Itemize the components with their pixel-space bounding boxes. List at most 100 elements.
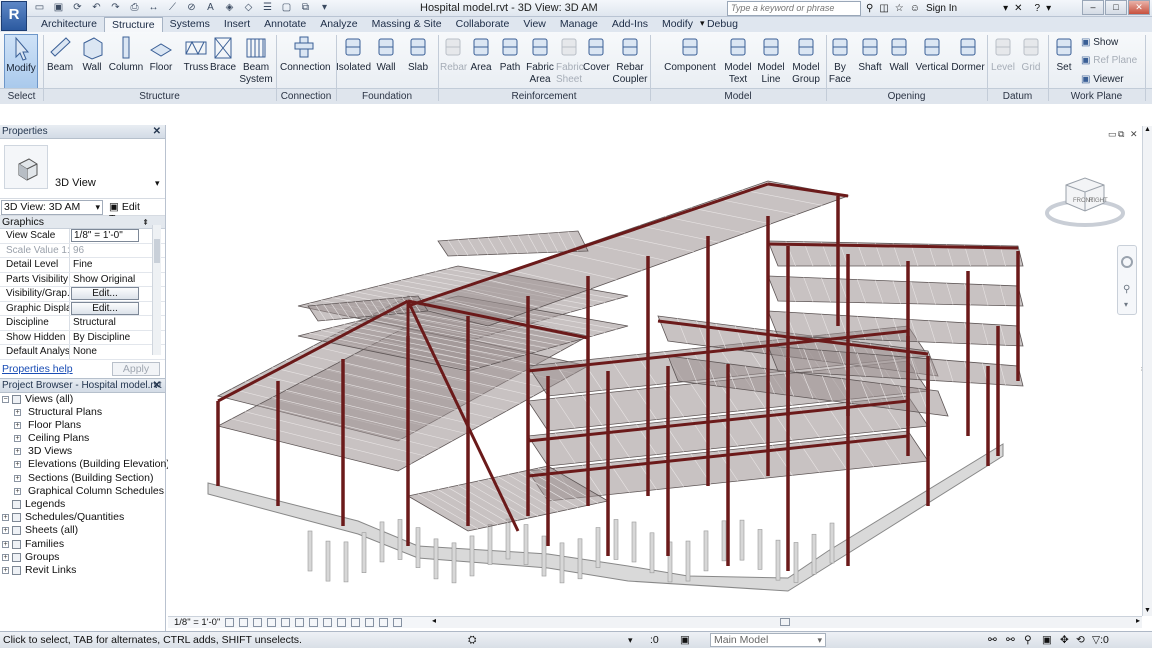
shadows-icon[interactable] — [267, 618, 277, 627]
property-value[interactable]: Structural — [70, 316, 165, 330]
property-value[interactable]: 1/8" = 1'-0" — [70, 229, 165, 243]
binoculars-icon[interactable]: ⚲ — [866, 3, 873, 14]
close-hidden-icon[interactable]: ▢ — [279, 1, 294, 15]
sun-path-icon[interactable] — [253, 618, 263, 627]
by-face-button[interactable]: By Face — [827, 34, 853, 86]
level-button[interactable]: Level — [990, 34, 1016, 86]
open-icon[interactable]: ▭ — [32, 1, 47, 15]
render-icon[interactable] — [281, 618, 291, 627]
wall-button[interactable]: Wall — [78, 34, 106, 86]
tab-structure[interactable]: Structure — [104, 17, 163, 32]
chevron-down-icon[interactable]: ▾ — [155, 178, 160, 189]
save-icon[interactable]: ▣ — [51, 1, 66, 15]
shaft-button[interactable]: Shaft — [857, 34, 883, 86]
fabric-sheet-button[interactable]: Fabric Sheet — [556, 34, 584, 86]
wall-button[interactable]: Wall — [886, 34, 912, 86]
tab-overflow-icon[interactable]: ▾ — [700, 18, 705, 29]
detail-level-icon[interactable] — [225, 618, 235, 627]
view-minimize-icon[interactable]: ▭ — [1108, 129, 1117, 140]
hide-isolate-icon[interactable] — [337, 618, 347, 627]
browser-node[interactable]: + Schedules/Quantities — [0, 511, 165, 524]
fabric-area-button[interactable]: Fabric Area — [526, 34, 554, 86]
tab-debug[interactable]: Debug — [700, 17, 745, 32]
connection-button[interactable]: Connection — [280, 34, 331, 86]
analytical-model-icon[interactable] — [379, 618, 389, 627]
customize-qat-icon[interactable]: ▾ — [317, 1, 332, 15]
model-line-button[interactable]: Model Line — [756, 34, 786, 86]
component-button[interactable]: Component — [662, 34, 718, 86]
tab-add-ins[interactable]: Add-Ins — [605, 17, 655, 32]
select-underlay-icon[interactable]: ⚯ — [1006, 632, 1015, 648]
close-icon[interactable]: ✕ — [153, 125, 161, 139]
thin-lines-icon[interactable]: ☰ — [260, 1, 275, 15]
view-scale[interactable]: 1/8" = 1'-0" — [174, 617, 220, 628]
nav-options-icon[interactable]: ▾ — [1124, 300, 1128, 309]
browser-node[interactable]: +3D Views — [0, 445, 165, 458]
tab-collaborate[interactable]: Collaborate — [449, 17, 517, 32]
browser-node[interactable]: + Groups — [0, 551, 165, 564]
background-process-icon[interactable]: ⟲ — [1076, 632, 1085, 648]
tab-view[interactable]: View — [516, 17, 553, 32]
viewer-button[interactable]: ▣ Viewer — [1081, 74, 1124, 86]
ref-plane-button[interactable]: ▣ Ref Plane — [1081, 55, 1137, 67]
type-selector[interactable]: 3D View ▾ — [0, 139, 165, 199]
show-button[interactable]: ▣ Show — [1081, 37, 1118, 49]
viewcube[interactable]: FRONT RIGHT — [1044, 175, 1126, 231]
lock-view-icon[interactable] — [323, 618, 333, 627]
star-icon[interactable]: ☆ — [895, 3, 904, 14]
vertical-button[interactable]: Vertical — [915, 34, 949, 86]
tab-manage[interactable]: Manage — [553, 17, 605, 32]
steering-wheel-icon[interactable] — [1121, 256, 1133, 268]
visual-style-icon[interactable] — [239, 618, 249, 627]
browser-node[interactable]: + Elevations (Building Elevation) — [0, 458, 170, 471]
highlight-icon[interactable] — [393, 618, 403, 627]
expand-icon[interactable]: + — [14, 487, 21, 495]
collapse-icon[interactable]: − — [2, 395, 9, 403]
drag-elements-icon[interactable]: ✥ — [1060, 632, 1069, 648]
group-label-opening[interactable]: Opening — [826, 91, 987, 102]
horizontal-scrollbar[interactable]: ◂ ▸ — [430, 616, 1142, 628]
3d-view-canvas[interactable] — [168, 126, 1143, 616]
browser-node[interactable]: + Sheets (all) — [0, 524, 165, 537]
scroll-right-icon[interactable]: ▸ — [1136, 616, 1140, 625]
tab-systems[interactable]: Systems — [163, 17, 217, 32]
group-label-foundation[interactable]: Foundation — [336, 91, 438, 102]
browser-node[interactable]: − Views (all) — [0, 393, 165, 406]
tag-icon[interactable]: ⊘ — [184, 1, 199, 15]
tab-modify[interactable]: Modify — [655, 17, 700, 32]
select-pinned-icon[interactable]: ⚲ — [1024, 632, 1032, 648]
sign-in-button[interactable]: Sign In — [926, 3, 957, 14]
property-value[interactable]: Edit... — [70, 301, 165, 316]
close-icon[interactable]: ✕ — [153, 379, 161, 393]
group-label-select[interactable]: Select — [0, 91, 43, 102]
viewcube-right-label[interactable]: RIGHT — [1089, 198, 1108, 204]
group-label-structure[interactable]: Structure — [43, 91, 276, 102]
panel-scrollbar[interactable] — [152, 225, 161, 355]
expand-icon[interactable]: + — [2, 553, 9, 561]
minimize-button[interactable]: – — [1082, 0, 1104, 15]
application-menu-button[interactable]: R — [1, 1, 27, 31]
view-scale-field[interactable]: 1/8" = 1'-0" — [71, 229, 139, 242]
select-face-icon[interactable]: ▣ — [1042, 632, 1052, 648]
tab-architecture[interactable]: Architecture — [34, 17, 104, 32]
undo-icon[interactable]: ↶ — [89, 1, 104, 15]
maximize-button[interactable]: □ — [1105, 0, 1127, 15]
tab-annotate[interactable]: Annotate — [257, 17, 313, 32]
area-button[interactable]: Area — [468, 34, 494, 86]
model-group-button[interactable]: Model Group — [789, 34, 823, 86]
expand-icon[interactable]: + — [14, 461, 21, 469]
reveal-hidden-icon[interactable] — [351, 618, 361, 627]
subscription-icon[interactable]: ◫ — [879, 3, 888, 14]
floor-button[interactable]: Floor — [146, 34, 176, 86]
switch-windows-icon[interactable]: ⧉ — [298, 1, 313, 15]
tab-analyze[interactable]: Analyze — [313, 17, 364, 32]
tab-massing-site[interactable]: Massing & Site — [365, 17, 449, 32]
expand-icon[interactable]: + — [2, 527, 9, 535]
select-links-icon[interactable]: ⚯ — [988, 632, 997, 648]
beam-system-button[interactable]: Beam System — [239, 34, 273, 86]
expand-icon[interactable]: + — [2, 514, 9, 522]
property-value[interactable]: Fine — [70, 258, 165, 272]
building-model[interactable] — [168, 126, 1143, 616]
rebar-button[interactable]: Rebar — [440, 34, 467, 86]
workset-icon[interactable]: ⛭ — [468, 632, 476, 648]
